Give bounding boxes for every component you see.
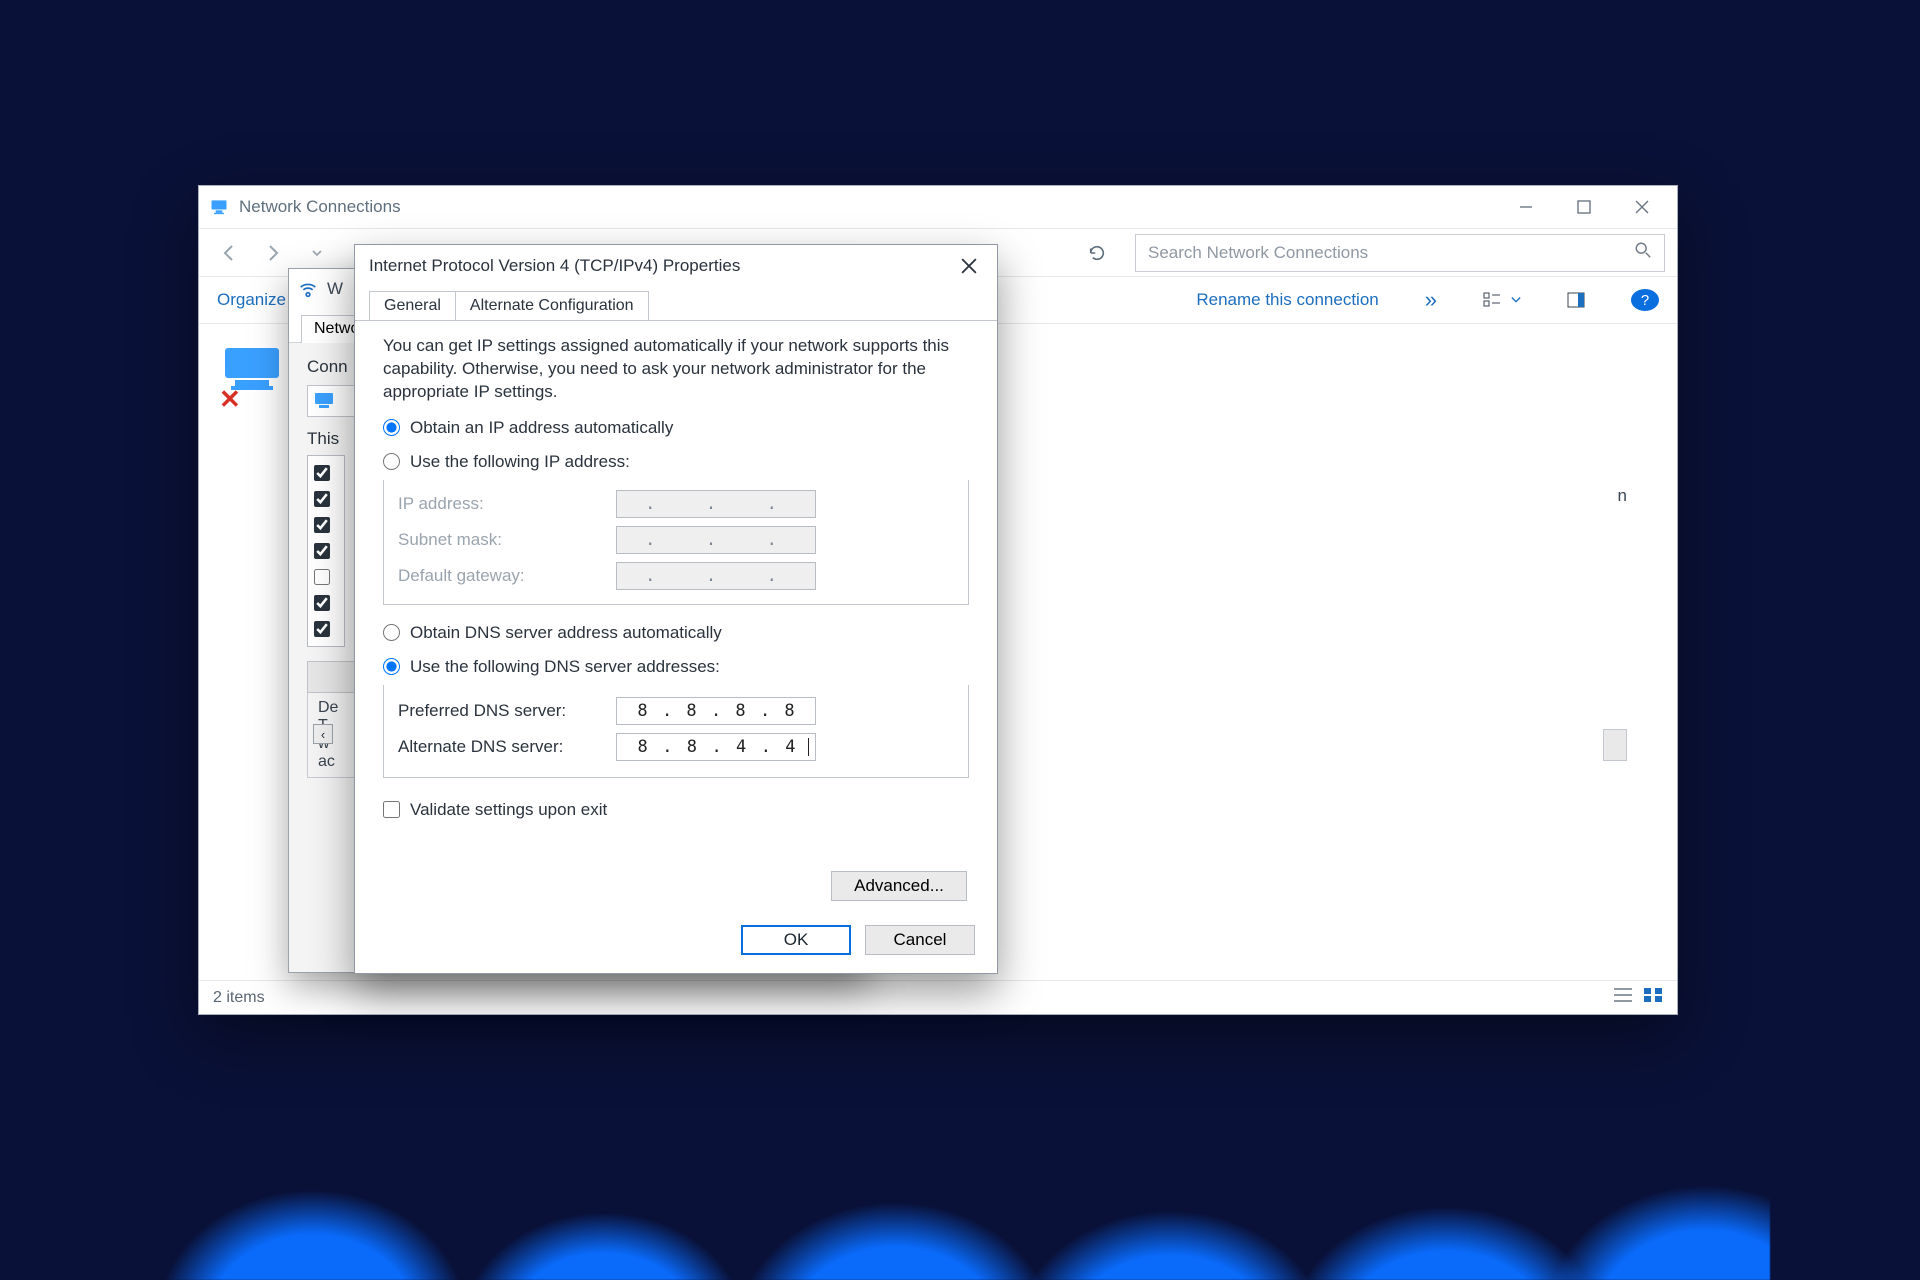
cancel-button[interactable]: Cancel [865,925,975,955]
item-checkbox[interactable] [314,569,330,585]
search-icon [1634,241,1652,264]
disconnected-icon: ✕ [219,384,241,415]
list-item[interactable] [314,564,338,590]
titlebar[interactable]: Network Connections [199,186,1677,228]
search-input[interactable]: Search Network Connections [1135,234,1665,272]
details-view-icon[interactable] [1613,987,1633,1008]
window-title: Network Connections [239,197,401,217]
subnet-mask-label: Subnet mask: [398,530,598,550]
radio-input[interactable] [383,624,400,641]
preferred-dns-label: Preferred DNS server: [398,701,598,721]
radio-label: Obtain an IP address automatically [410,418,673,438]
organize-label: Organize [217,290,286,310]
item-checkbox[interactable] [314,621,330,637]
minimize-button[interactable] [1497,187,1555,227]
checkbox-input[interactable] [383,801,400,818]
list-item[interactable] [314,512,338,538]
search-placeholder: Search Network Connections [1148,243,1368,263]
tab-alternate-config[interactable]: Alternate Configuration [455,291,649,320]
ipv4-title: Internet Protocol Version 4 (TCP/IPv4) P… [369,256,951,276]
view-mode-dropdown[interactable] [1483,291,1521,309]
advanced-button[interactable]: Advanced... [831,871,967,901]
rename-label: Rename this connection [1196,290,1378,310]
dns-octet: 8 [623,737,662,757]
obscured-button-fragment [1603,729,1627,761]
close-button[interactable] [951,248,987,284]
list-item[interactable] [314,590,338,616]
rename-connection-link[interactable]: Rename this connection [1196,290,1378,310]
default-gateway-label: Default gateway: [398,566,598,586]
adapter-icon [297,278,319,300]
desktop-wallpaper [150,1070,1770,1280]
large-icons-view-icon[interactable] [1643,987,1663,1008]
intro-text: You can get IP settings assigned automat… [383,335,969,404]
dns-octet: 8 [672,701,711,721]
status-bar: 2 items [199,980,1677,1014]
subnet-mask-field: . . . [616,526,816,554]
item-checkbox[interactable] [314,543,330,559]
validate-on-exit-checkbox[interactable]: Validate settings upon exit [383,800,969,820]
validate-label: Validate settings upon exit [410,800,607,820]
use-following-dns-radio[interactable]: Use the following DNS server addresses: [383,657,969,677]
radio-label: Use the following DNS server addresses: [410,657,720,677]
ipv4-properties-dialog: Internet Protocol Version 4 (TCP/IPv4) P… [354,244,998,974]
dns-octet: 4 [771,737,810,757]
radio-input[interactable] [383,658,400,675]
organize-menu[interactable]: Organize [217,290,286,310]
network-connections-icon [209,197,229,217]
maximize-button[interactable] [1555,187,1613,227]
radio-input[interactable] [383,453,400,470]
dns-octet: 8 [672,737,711,757]
alternate-dns-label: Alternate DNS server: [398,737,598,757]
item-checkbox[interactable] [314,491,330,507]
overflow-chevron-icon[interactable]: » [1425,289,1437,311]
item-checkbox[interactable] [314,595,330,611]
dns-octet: 8 [770,701,809,721]
dns-octet: 8 [623,701,662,721]
ipv4-tabs: General Alternate Configuration [355,287,997,321]
help-icon[interactable]: ? [1631,289,1659,311]
ip-address-field: . . . [616,490,816,518]
text-caret [808,738,809,756]
adapter-title-fragment: W [327,279,343,299]
radio-label: Obtain DNS server address automatically [410,623,722,643]
ok-button[interactable]: OK [741,925,851,955]
radio-input[interactable] [383,419,400,436]
list-item[interactable] [314,460,338,486]
tab-general[interactable]: General [369,291,456,320]
network-items-list[interactable] [307,455,345,647]
preview-pane-button[interactable] [1567,291,1585,309]
nav-history-dropdown-icon[interactable] [303,239,331,267]
item-checkbox[interactable] [314,517,330,533]
status-item-count: 2 items [213,989,265,1007]
use-following-ip-radio[interactable]: Use the following IP address: [383,452,969,472]
ipv4-titlebar[interactable]: Internet Protocol Version 4 (TCP/IPv4) P… [355,245,997,287]
item-checkbox[interactable] [314,465,330,481]
list-item[interactable] [314,538,338,564]
refresh-icon[interactable] [1083,239,1111,267]
nav-back-icon[interactable] [215,239,243,267]
obtain-dns-auto-radio[interactable]: Obtain DNS server address automatically [383,623,969,643]
ip-address-label: IP address: [398,494,598,514]
scroll-left-icon[interactable]: ‹ [313,724,333,744]
preferred-dns-field[interactable]: 8. 8. 8. 8 [616,697,816,725]
radio-label: Use the following IP address: [410,452,630,472]
tab-general-label: General [384,297,441,314]
obtain-ip-auto-radio[interactable]: Obtain an IP address automatically [383,418,969,438]
list-item[interactable] [314,616,338,642]
dns-octet: 8 [721,701,760,721]
adapter-device-icon [314,392,336,410]
tab-alternate-label: Alternate Configuration [470,297,634,314]
close-button[interactable] [1613,187,1671,227]
nav-forward-icon[interactable] [259,239,287,267]
tab-networking-label: Netwo [314,320,359,337]
list-item[interactable] [314,486,338,512]
default-gateway-field: . . . [616,562,816,590]
alternate-dns-field[interactable]: 8. 8. 4. 4 [616,733,816,761]
dns-octet: 4 [722,737,761,757]
